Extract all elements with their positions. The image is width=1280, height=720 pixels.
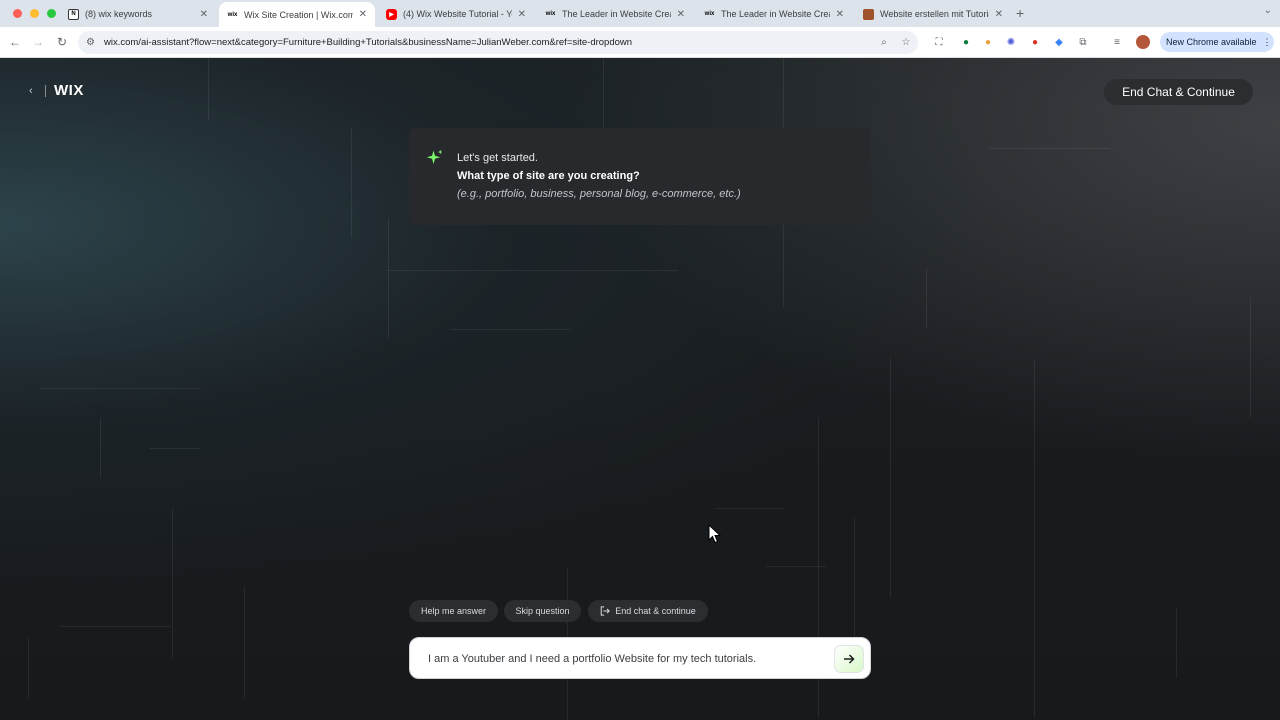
- close-tab-icon[interactable]: ✕: [836, 9, 844, 20]
- decor-line: [388, 218, 389, 338]
- skip-question-button[interactable]: Skip question: [504, 600, 581, 622]
- decor-line: [28, 638, 29, 698]
- browser-tab[interactable]: Website erstellen mit Tutoria ✕: [855, 3, 1011, 25]
- decor-line: [854, 518, 855, 638]
- decor-line: [783, 58, 784, 128]
- profile-avatar[interactable]: [1136, 35, 1150, 49]
- assistant-message-card: Let's get started. What type of site are…: [409, 128, 871, 225]
- site-settings-icon[interactable]: ⚙: [86, 37, 104, 48]
- end-chat-chip-button[interactable]: End chat & continue: [588, 600, 708, 622]
- tab-title: Wix Site Creation | Wix.com: [244, 9, 353, 20]
- decor-line: [351, 128, 352, 238]
- decor-line: [926, 268, 927, 328]
- extension-icon[interactable]: ●: [981, 35, 995, 49]
- tab-title: (4) Wix Website Tutorial - You: [403, 9, 512, 19]
- browser-tab[interactable]: wix The Leader in Website Creati ✕: [537, 3, 693, 25]
- wix-logo[interactable]: WIX: [54, 82, 84, 99]
- decor-line: [244, 588, 245, 698]
- help-me-answer-button[interactable]: Help me answer: [409, 600, 498, 622]
- assistant-intro-text: Let's get started.: [457, 152, 538, 164]
- decor-line: [60, 626, 170, 627]
- send-button[interactable]: [834, 645, 864, 673]
- chip-label: Help me answer: [420, 606, 487, 616]
- sparkle-icon: [426, 149, 443, 164]
- maximize-window-button[interactable]: [47, 9, 56, 18]
- browser-tab[interactable]: wix The Leader in Website Creati ✕: [696, 3, 852, 25]
- extensions-puzzle-icon[interactable]: ⧉: [1076, 35, 1090, 49]
- extension-icon[interactable]: ●: [1028, 35, 1042, 49]
- close-tab-icon[interactable]: ✕: [359, 9, 367, 20]
- decor-line: [603, 58, 604, 128]
- decor-line: [783, 218, 784, 308]
- update-label: New Chrome available: [1166, 37, 1257, 47]
- end-chat-continue-button[interactable]: End Chat & Continue: [1104, 79, 1253, 105]
- browser-tab-bar: N (8) wix keywords ✕ wix Wix Site Creati…: [0, 0, 1280, 27]
- bookmark-star-icon[interactable]: ☆: [899, 35, 913, 49]
- wix-ai-assistant-page: ‹ WIX End Chat & Continue Let's get star…: [0, 58, 1280, 720]
- extension-icon[interactable]: ●: [959, 35, 973, 49]
- minimize-window-button[interactable]: [30, 9, 39, 18]
- decor-line: [150, 448, 200, 449]
- decor-line: [1176, 608, 1177, 678]
- browser-toolbar: ← → ↻ ⚙ wix.com/ai-assistant?flow=next&c…: [0, 27, 1280, 58]
- decor-line: [1034, 358, 1035, 718]
- chat-input-text[interactable]: I am a Youtuber and I need a portfolio W…: [428, 653, 756, 665]
- exit-icon: [600, 606, 611, 616]
- close-window-button[interactable]: [13, 9, 22, 18]
- decor-line: [766, 566, 826, 567]
- decor-line: [388, 270, 678, 271]
- arrow-right-icon: [844, 654, 855, 664]
- decor-line: [100, 418, 101, 478]
- address-bar[interactable]: ⚙ wix.com/ai-assistant?flow=next&categor…: [78, 31, 918, 54]
- tab-title: The Leader in Website Creati: [562, 9, 671, 19]
- tab-title: Website erstellen mit Tutoria: [880, 9, 989, 19]
- tab-title: (8) wix keywords: [85, 9, 153, 19]
- back-chevron-icon[interactable]: ‹: [29, 85, 33, 97]
- url-text: wix.com/ai-assistant?flow=next&category=…: [104, 37, 633, 48]
- notion-icon: N: [68, 8, 79, 20]
- browser-tab-active[interactable]: wix Wix Site Creation | Wix.com ✕: [219, 2, 375, 27]
- screenshot-icon[interactable]: ⛶: [932, 35, 946, 49]
- wix-icon: wix: [704, 11, 715, 17]
- wix-icon: wix: [545, 11, 556, 17]
- person-icon: [863, 8, 874, 20]
- chip-label: Skip question: [515, 606, 570, 616]
- assistant-hint: (e.g., portfolio, business, personal blo…: [457, 188, 741, 200]
- chip-label: End chat & continue: [615, 606, 696, 616]
- window-controls: [0, 9, 60, 18]
- extension-icon[interactable]: ✺: [1004, 35, 1018, 49]
- close-tab-icon[interactable]: ✕: [200, 9, 208, 20]
- wix-icon: wix: [227, 11, 238, 18]
- zoom-icon[interactable]: ⌕: [877, 35, 891, 49]
- assistant-question: What type of site are you creating?: [457, 170, 640, 182]
- decor-line: [715, 508, 785, 509]
- divider: [45, 85, 46, 97]
- youtube-icon: ▶: [386, 8, 397, 20]
- decor-line: [990, 148, 1110, 149]
- reload-icon[interactable]: ↻: [51, 31, 73, 53]
- decor-line: [40, 388, 200, 389]
- decor-line: [208, 58, 209, 120]
- decor-line: [1250, 298, 1251, 418]
- more-options-icon[interactable]: ⋮: [1263, 37, 1272, 48]
- decor-line: [890, 358, 891, 598]
- close-tab-icon[interactable]: ✕: [518, 9, 526, 20]
- browser-tab[interactable]: ▶ (4) Wix Website Tutorial - You ✕: [378, 3, 534, 25]
- close-tab-icon[interactable]: ✕: [995, 9, 1003, 20]
- tab-search-chevron-icon[interactable]: ⌄: [1264, 5, 1272, 16]
- decor-line: [450, 329, 570, 330]
- tab-title: The Leader in Website Creati: [721, 9, 830, 19]
- back-arrow-icon[interactable]: ←: [4, 31, 26, 53]
- chat-input[interactable]: I am a Youtuber and I need a portfolio W…: [409, 637, 871, 679]
- mouse-cursor-icon: [708, 524, 722, 544]
- close-tab-icon[interactable]: ✕: [677, 9, 685, 20]
- new-tab-button[interactable]: +: [1016, 5, 1024, 21]
- chrome-update-button[interactable]: New Chrome available ⋮: [1160, 32, 1274, 52]
- decor-line: [172, 508, 173, 658]
- browser-tab[interactable]: N (8) wix keywords ✕: [60, 3, 216, 25]
- reading-list-icon[interactable]: ≡: [1110, 35, 1124, 49]
- extension-icon[interactable]: ◆: [1052, 35, 1066, 49]
- forward-arrow-icon[interactable]: →: [27, 31, 49, 53]
